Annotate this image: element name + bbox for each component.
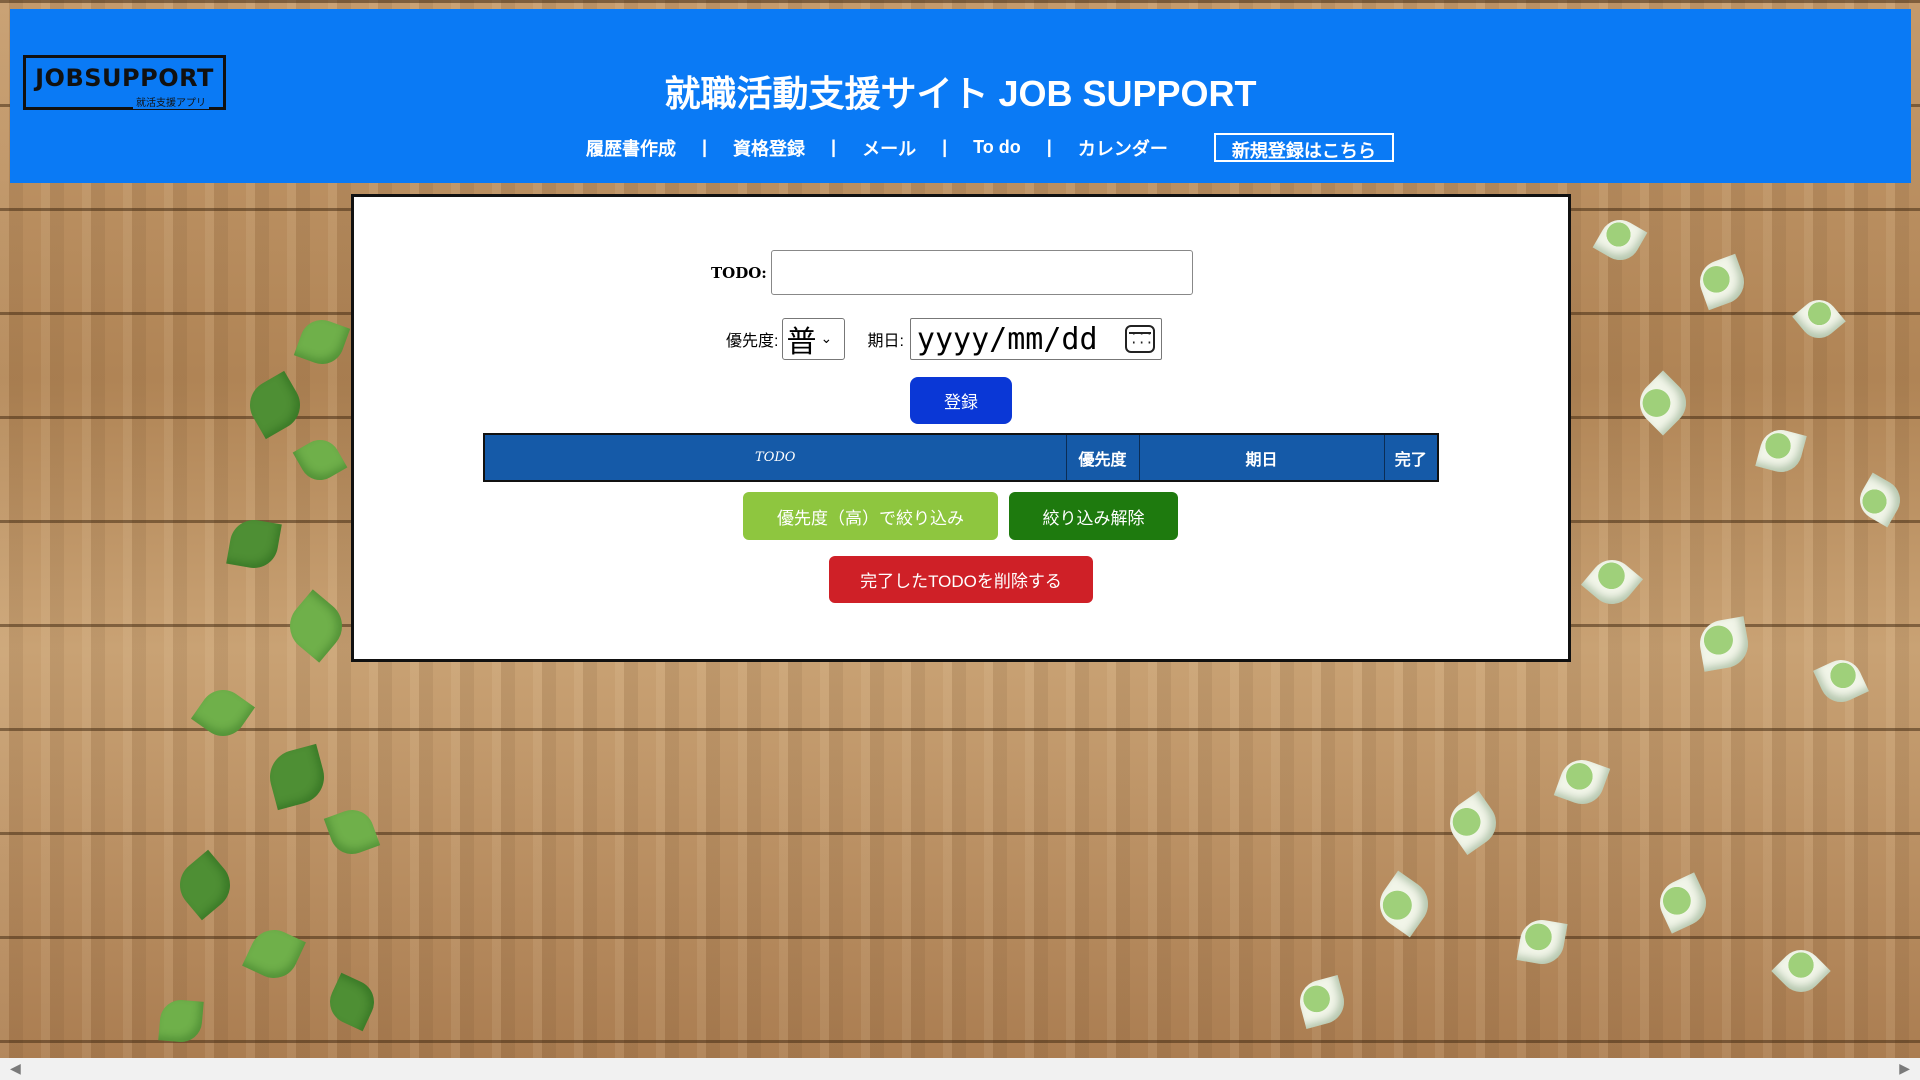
nav-mail[interactable]: メール — [862, 135, 916, 161]
nav-calendar[interactable]: カレンダー — [1078, 135, 1168, 161]
nav-separator: | — [942, 137, 948, 157]
table-header-row: TODO 優先度 期日 完了 — [483, 433, 1439, 482]
col-header-done: 完了 — [1383, 433, 1439, 482]
register-button[interactable]: 登録 — [910, 377, 1012, 424]
horizontal-scrollbar[interactable]: ◀ ▶ — [0, 1058, 1920, 1080]
todo-table: TODO 優先度 期日 完了 — [483, 433, 1439, 482]
priority-label: 優先度: — [726, 333, 779, 350]
due-date-label: 期日: — [867, 333, 904, 350]
due-date-placeholder: yyyy/mm/dd — [916, 321, 1098, 357]
nav-separator: | — [702, 137, 708, 157]
col-header-todo: TODO — [483, 433, 1067, 482]
due-date-input[interactable]: yyyy/mm/dd — [909, 318, 1162, 360]
nav-qualifications[interactable]: 資格登録 — [733, 135, 805, 161]
chevron-down-icon: ⌄ — [820, 331, 833, 347]
site-header: JOBSUPPORT 就活支援アプリ 就職活動支援サイト JOB SUPPORT… — [10, 9, 1911, 183]
col-header-due-date: 期日 — [1138, 433, 1385, 482]
nav-separator: | — [1046, 137, 1052, 157]
scroll-left-arrow-icon[interactable]: ◀ — [10, 1061, 21, 1077]
todo-input[interactable] — [770, 250, 1193, 295]
nav-separator: | — [831, 137, 837, 157]
nav-resume[interactable]: 履歴書作成 — [586, 135, 676, 161]
main-nav: 履歴書作成 | 資格登録 | メール | To do | カレンダー 新規登録は… — [586, 133, 1394, 162]
nav-signup-button[interactable]: 新規登録はこちら — [1213, 133, 1394, 162]
todo-label: TODO: — [711, 263, 767, 282]
clear-filter-button[interactable]: 絞り込み解除 — [1009, 492, 1178, 540]
site-title: 就職活動支援サイト JOB SUPPORT — [664, 73, 1257, 114]
priority-select[interactable]: 普 ⌄ — [782, 318, 846, 360]
todo-panel: TODO: 優先度: 普 ⌄ 期日: yyyy/mm/dd 登録 TODO 優先… — [351, 194, 1571, 662]
scroll-right-arrow-icon[interactable]: ▶ — [1899, 1061, 1910, 1077]
priority-date-row: 優先度: 普 ⌄ 期日: yyyy/mm/dd — [726, 318, 1162, 360]
calendar-icon[interactable] — [1124, 325, 1155, 353]
filter-high-priority-button[interactable]: 優先度（高）で絞り込み — [743, 492, 998, 540]
todo-input-row: TODO: — [711, 250, 1193, 295]
col-header-priority: 優先度 — [1065, 433, 1140, 482]
nav-todo[interactable]: To do — [973, 137, 1021, 158]
priority-selected-value: 普 — [786, 325, 817, 360]
delete-completed-button[interactable]: 完了したTODOを削除する — [829, 556, 1093, 603]
